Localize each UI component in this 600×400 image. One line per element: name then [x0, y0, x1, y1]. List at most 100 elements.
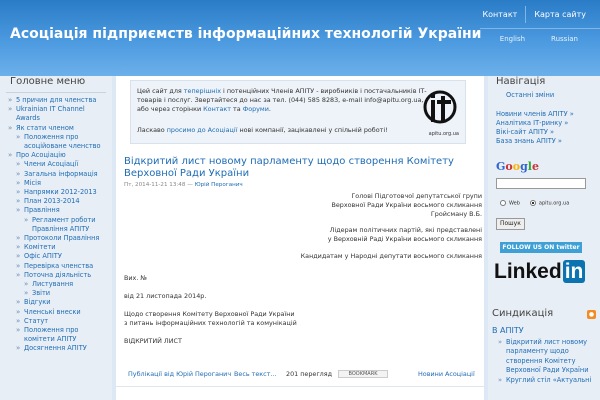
menu-item[interactable]: Перевірка членства — [6, 262, 106, 271]
menu-item-link[interactable]: Як стати членом — [16, 124, 74, 132]
addressee-block-3: Кандидатам у Народні депутати восьмого с… — [300, 252, 482, 260]
menu-item-link[interactable]: Правління — [24, 206, 60, 214]
menu-item[interactable]: Про Асоціацію — [6, 151, 106, 160]
article-author-link[interactable]: Юрій Пероганич — [195, 182, 243, 188]
menu-item[interactable]: Як стати членом — [6, 124, 106, 133]
menu-item-link[interactable]: Положення про асоційоване членство — [24, 133, 101, 150]
article-title-link[interactable]: Відкритий лист новому парламенту щодо ст… — [124, 156, 476, 180]
top-links: Контакт Карта сайту — [474, 6, 594, 23]
menu-item-link[interactable]: Ukrainian IT Channel Awards — [16, 105, 85, 122]
join-link[interactable]: просимо до Асоціації — [167, 126, 238, 134]
link-it-analytics[interactable]: Аналітика ІТ-ринку » — [496, 119, 596, 128]
menu-item-link[interactable]: Офіс АПІТУ — [24, 252, 62, 260]
menu-item[interactable]: Відгуки — [6, 298, 106, 307]
addressee-block-1: Голові Підготовчої депутатської групи Ве… — [331, 192, 482, 218]
menu-item[interactable]: Листування — [6, 280, 106, 289]
main-content: Цей сайт для теперішніх і потенційних Чл… — [116, 76, 484, 400]
menu-item-link[interactable]: Загальна інформація — [24, 170, 98, 178]
menu-item[interactable]: 5 причин для членства — [6, 96, 106, 105]
search-button[interactable]: Пошук — [496, 218, 525, 230]
nav-item-recent-changes[interactable]: Останні зміни — [506, 91, 596, 100]
contact-link[interactable]: Контакт — [474, 6, 525, 23]
sitemap-link[interactable]: Карта сайту — [525, 6, 594, 23]
menu-item-link[interactable]: Статут — [24, 317, 48, 325]
menu-item[interactable]: Регламент роботи Правління АПІТУ — [6, 216, 106, 234]
menu-item-link[interactable]: Про Асоціацію — [16, 151, 66, 159]
menu-item-link[interactable]: Відгуки — [24, 298, 51, 306]
right-sidebar: Навігація Останні зміни Новини членів АП… — [488, 76, 600, 400]
article-date: Пт, 2014-11-21 13:48 — — [124, 182, 195, 188]
syndication-list: Відкритий лист новому парламенту щодо ст… — [492, 338, 596, 385]
menu-item-link[interactable]: Місія — [24, 179, 41, 187]
menu-item-link[interactable]: Листування — [32, 280, 73, 288]
menu-item-link[interactable]: Членські внески — [24, 308, 81, 316]
lang-english-link[interactable]: English — [500, 35, 525, 43]
current-members-link[interactable]: теперішніх — [184, 87, 221, 95]
twitter-follow-button[interactable]: FOLLOW US ON twitter — [500, 242, 582, 253]
site-header: Асоціація підприємств інформаційних техн… — [0, 0, 600, 76]
addressee-block-2: Лідерам політичних партій, які представл… — [327, 226, 482, 243]
main-menu-heading: Головне меню — [6, 76, 106, 93]
menu-item[interactable]: Офіс АПІТУ — [6, 252, 106, 261]
menu-item[interactable]: Члени Асоціації — [6, 160, 106, 169]
menu-item[interactable]: Положення про комітети АПІТУ — [6, 326, 106, 344]
menu-item-link[interactable]: План 2013-2014 — [24, 197, 80, 205]
radio-selected-icon[interactable] — [529, 200, 536, 206]
menu-item-link[interactable]: 5 причин для членства — [16, 96, 96, 104]
radio-site[interactable]: apitu.org.ua — [529, 200, 569, 207]
header-divider — [480, 28, 600, 29]
radio-icon[interactable] — [500, 200, 506, 206]
rss-icon[interactable]: ● — [587, 310, 596, 319]
radio-web[interactable]: Web — [500, 200, 520, 207]
menu-item[interactable]: Членські внески — [6, 308, 106, 317]
linkedin-logo[interactable]: Linked in — [494, 260, 586, 284]
menu-item[interactable]: Загальна інформація — [6, 170, 106, 179]
menu-item-link[interactable]: Члени Асоціації — [24, 160, 78, 168]
menu-item-link[interactable]: Комітети — [24, 243, 56, 251]
contact-page-link[interactable]: Контакт — [203, 105, 231, 113]
menu-item-link[interactable]: Поточна діяльність — [24, 271, 91, 279]
menu-item-link[interactable]: Регламент роботи Правління АПІТУ — [32, 216, 95, 233]
site-title[interactable]: Асоціація підприємств інформаційних техн… — [10, 26, 482, 42]
menu-item-link[interactable]: Протоколи Правління — [24, 234, 99, 242]
menu-item[interactable]: Поточна діяльність — [6, 271, 106, 280]
menu-item[interactable]: Статут — [6, 317, 106, 326]
letter-date: від 21 листопада 2014р. — [124, 292, 207, 300]
bookmark-button[interactable]: BOOKMARK — [338, 370, 388, 378]
google-logo: Google — [496, 160, 539, 173]
association-news-link[interactable]: Новини Асоціації — [418, 370, 475, 378]
menu-item[interactable]: План 2013-2014 — [6, 197, 106, 206]
menu-item[interactable]: Комітети — [6, 243, 106, 252]
link-member-news[interactable]: Новини членів АПІТУ » — [496, 110, 596, 119]
search-scope: Web apitu.org.ua — [500, 200, 569, 207]
divider — [116, 386, 484, 387]
syndication-heading: Синдикація — [492, 308, 554, 319]
syndication-item[interactable]: Відкритий лист новому парламенту щодо ст… — [498, 338, 596, 376]
menu-item-link[interactable]: Положення про комітети АПІТУ — [24, 326, 78, 343]
menu-item[interactable]: Ukrainian IT Channel Awards — [6, 105, 106, 123]
menu-item-link[interactable]: Перевірка членства — [24, 262, 93, 270]
link-wiki[interactable]: Вікі-сайт АПІТУ » — [496, 128, 596, 137]
read-more-link[interactable]: Весь текст... — [234, 370, 276, 378]
syndication-item[interactable]: Круглий стіл «Актуальні — [498, 376, 596, 386]
menu-item[interactable]: Звіти — [6, 289, 106, 298]
google-search-input[interactable] — [496, 178, 586, 189]
main-menu: 5 причин для членстваUkrainian IT Channe… — [6, 96, 106, 354]
menu-item-link[interactable]: Напрямки 2012-2013 — [24, 188, 97, 196]
link-knowledge-base[interactable]: База знань АПІТУ » — [496, 137, 596, 146]
left-sidebar: Головне меню 5 причин для членстваUkrain… — [0, 76, 112, 400]
forum-link[interactable]: Форуми — [243, 105, 269, 113]
menu-item[interactable]: Положення про асоційоване членство — [6, 133, 106, 151]
author-posts-link[interactable]: Публікації від Юрій Пероганич — [128, 370, 231, 378]
menu-item[interactable]: Напрямки 2012-2013 — [6, 188, 106, 197]
menu-item-link[interactable]: Досягнення АПІТУ — [24, 344, 87, 352]
menu-item[interactable]: Правління — [6, 206, 106, 215]
welcome-notice: Цей сайт для теперішніх і потенційних Чл… — [130, 80, 466, 144]
menu-item[interactable]: Досягнення АПІТУ — [6, 344, 106, 353]
menu-item-link[interactable]: Звіти — [32, 289, 50, 297]
syndication-subheading: В АПІТУ — [492, 326, 524, 335]
menu-item[interactable]: Протоколи Правління — [6, 234, 106, 243]
lang-russian-link[interactable]: Russian — [551, 35, 578, 43]
notice-welcome-text: Ласкаво просимо до Асоціації нові компан… — [137, 126, 388, 134]
menu-item[interactable]: Місія — [6, 179, 106, 188]
